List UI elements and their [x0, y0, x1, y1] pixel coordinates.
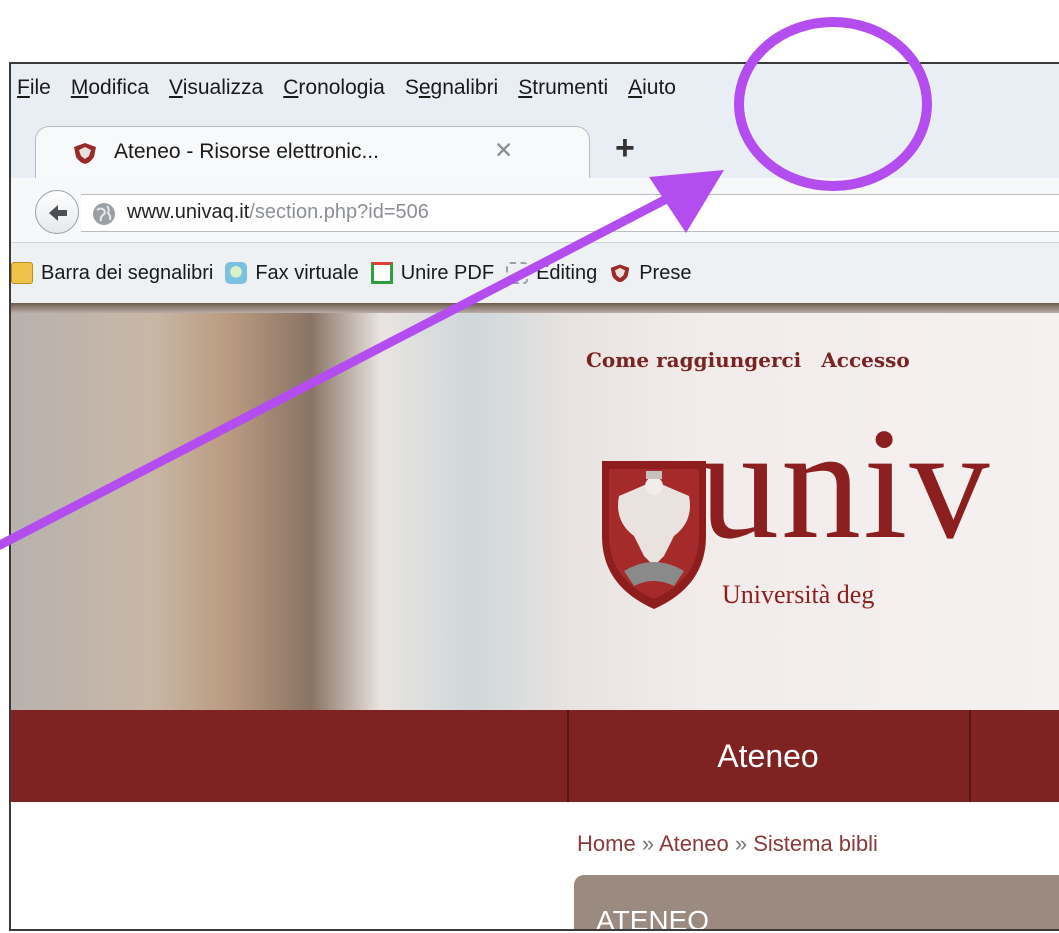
- university-crest-logo: [602, 461, 706, 609]
- menu-modifica[interactable]: Modifica: [71, 76, 149, 100]
- bookmark-editing[interactable]: Editing: [506, 262, 597, 285]
- breadcrumb-home[interactable]: Home: [577, 831, 636, 856]
- header-top-strip: [11, 303, 1059, 313]
- bookmark-barra-dei-segnalibri[interactable]: Barra dei segnalibri: [11, 262, 213, 285]
- fax-icon: [225, 262, 248, 284]
- bookmark-unire-pdf[interactable]: Unire PDF: [370, 262, 494, 285]
- breadcrumb-sistema-bibliotecario[interactable]: Sistema bibli: [753, 831, 878, 856]
- url-text: www.univaq.it/section.php?id=506: [127, 201, 429, 223]
- bookmark-fax-virtuale[interactable]: Fax virtuale: [225, 262, 359, 285]
- back-button[interactable]: [35, 190, 79, 234]
- univaq-favicon-icon: [74, 143, 96, 164]
- dashed-box-icon: [506, 262, 529, 284]
- folder-icon: [11, 262, 33, 284]
- breadcrumb-ateneo[interactable]: Ateneo: [659, 831, 729, 856]
- breadcrumb-separator: »: [734, 831, 748, 856]
- globe-icon: [93, 203, 115, 225]
- site-nav-menu: Ateneo: [11, 710, 1059, 802]
- link-come-raggiungerci[interactable]: Come raggiungerci: [586, 348, 801, 372]
- browser-window: File Modifica Visualizza Cronologia Segn…: [9, 62, 1059, 931]
- top-links: Come raggiungerci Accesso: [586, 348, 930, 372]
- menu-visualizza[interactable]: Visualizza: [169, 76, 263, 100]
- menu-segnalibri[interactable]: Segnalibri: [405, 76, 498, 100]
- site-header: Come raggiungerci Accesso univ Università…: [11, 303, 1059, 710]
- univaq-favicon-icon: [610, 264, 630, 283]
- menu-aiuto[interactable]: Aiuto: [628, 76, 676, 100]
- menu-strumenti[interactable]: Strumenti: [518, 76, 608, 100]
- bookmark-prese[interactable]: Prese: [609, 262, 691, 285]
- site-tagline: Università deg: [722, 580, 875, 609]
- tab-close-icon[interactable]: ✕: [494, 137, 513, 164]
- breadcrumb: Home » Ateneo » Sistema bibli: [577, 831, 878, 857]
- new-tab-button[interactable]: +: [615, 131, 635, 165]
- side-menu-box: ATENEO: [574, 875, 1059, 931]
- menu-file[interactable]: File: [17, 76, 51, 100]
- pdf-icon: [370, 262, 393, 284]
- breadcrumb-separator: »: [641, 831, 655, 856]
- url-bar[interactable]: www.univaq.it/section.php?id=506: [81, 194, 1059, 232]
- nav-divider: [969, 710, 971, 802]
- nav-item-ateneo[interactable]: Ateneo: [567, 738, 969, 775]
- menu-bar: File Modifica Visualizza Cronologia Segn…: [11, 64, 1059, 112]
- tab-ateneo[interactable]: Ateneo - Risorse elettronic... ✕: [35, 126, 590, 178]
- tab-title: Ateneo - Risorse elettronic...: [114, 140, 379, 163]
- site-brand: univ: [699, 394, 992, 572]
- bookmarks-bar: Barra dei segnalibri Fax virtuale Unire …: [11, 243, 1059, 303]
- back-arrow-icon: [49, 205, 67, 221]
- side-menu-title: ATENEO: [596, 905, 710, 931]
- web-page: Come raggiungerci Accesso univ Università…: [11, 303, 1059, 931]
- navigation-bar: www.univaq.it/section.php?id=506: [11, 178, 1059, 243]
- tab-strip: Ateneo - Risorse elettronic... ✕ +: [11, 112, 1059, 226]
- menu-cronologia[interactable]: Cronologia: [283, 76, 385, 100]
- link-accesso[interactable]: Accesso: [821, 348, 909, 372]
